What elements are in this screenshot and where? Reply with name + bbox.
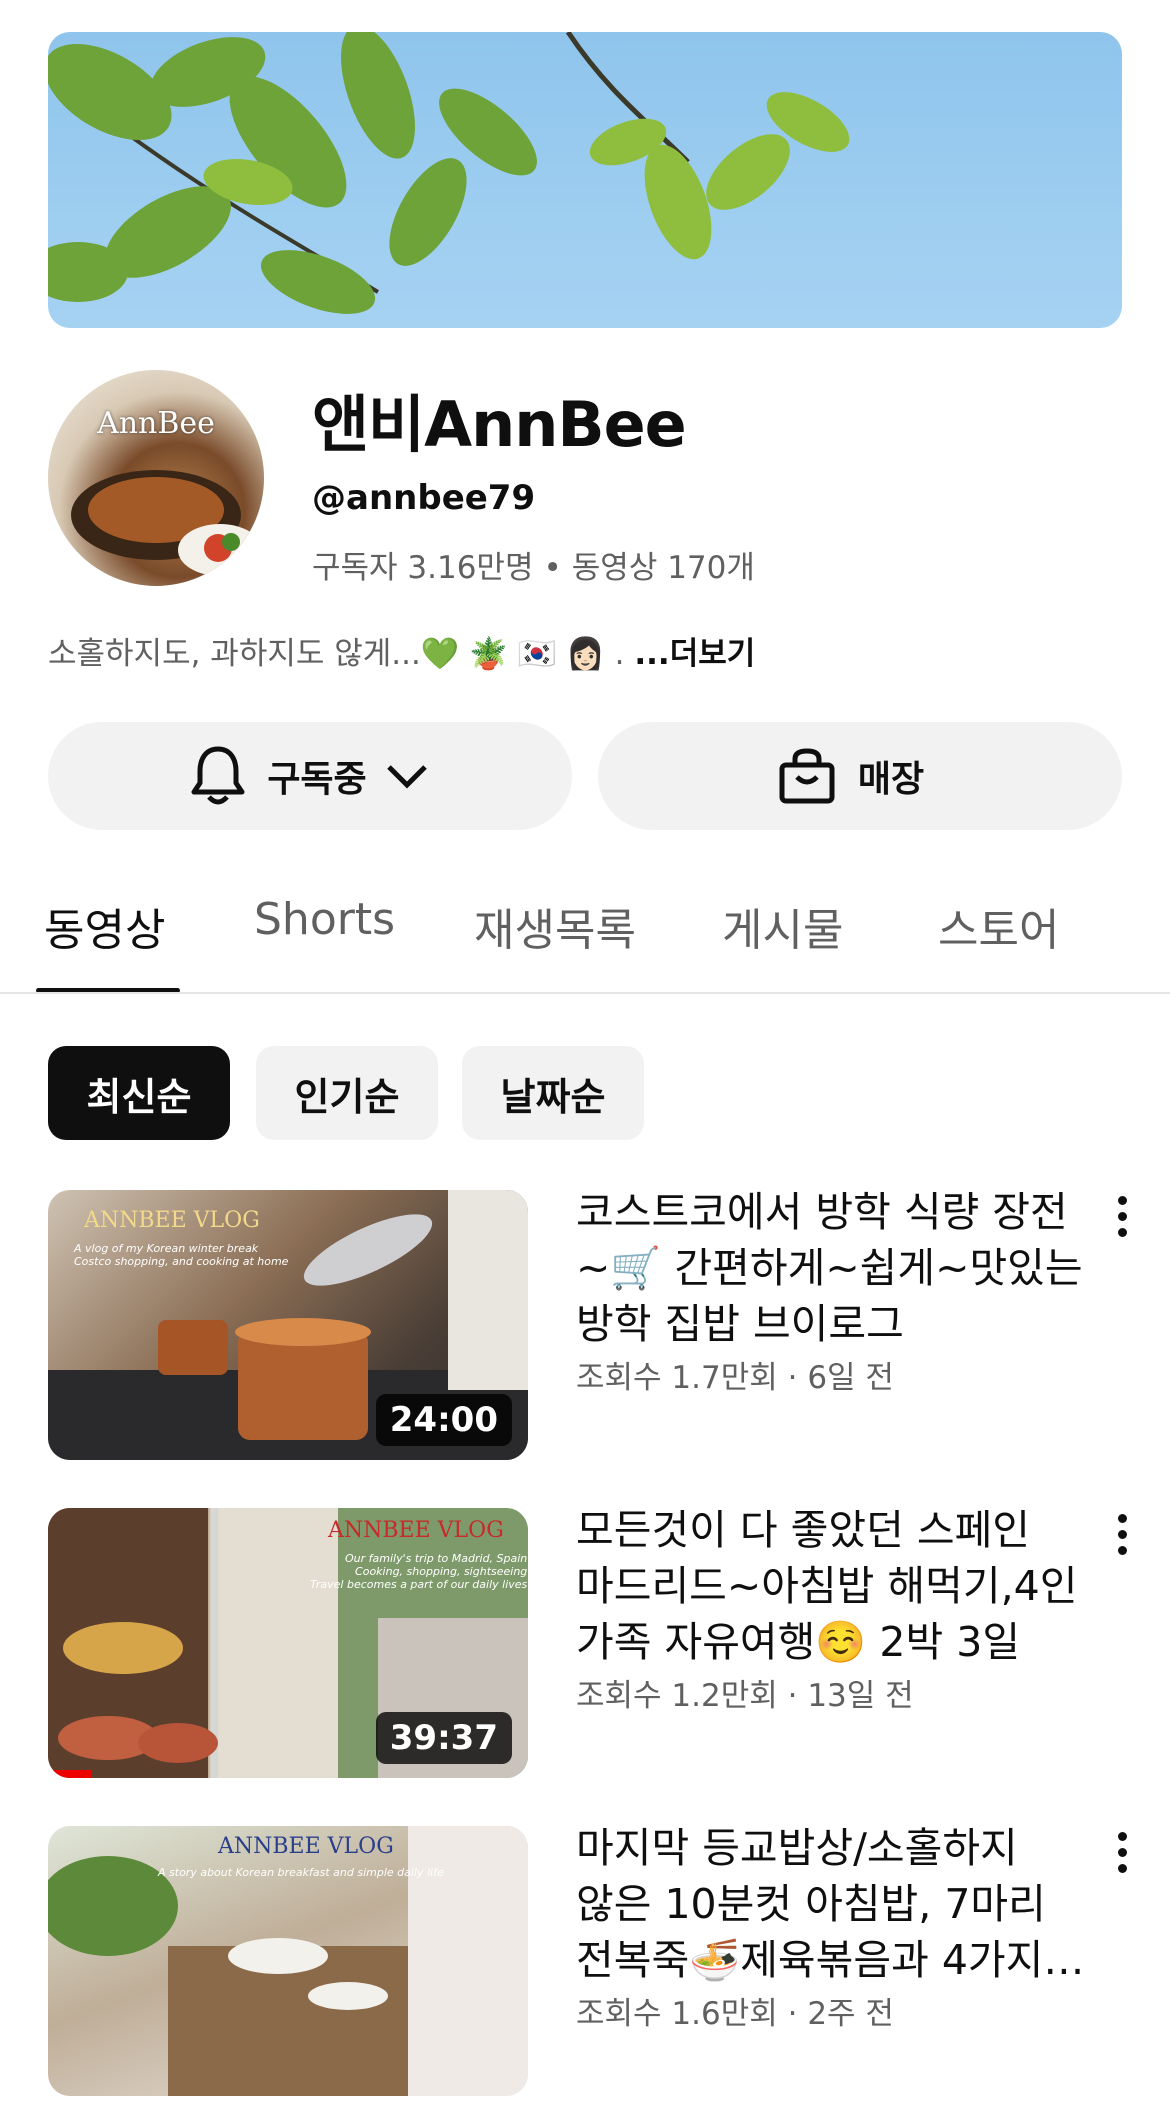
tabs-divider [0,992,1170,994]
video-meta: 조회수 1.6만회 · 2주 전 [576,1996,894,2032]
thumbnail-title: ANNBEE VLOG [328,1518,504,1543]
avatar-brand-text: AnnBee [97,406,215,441]
channel-name: 앤비AnnBee [312,388,687,461]
thumbnail-subtitle: A story about Korean breakfast and simpl… [158,1866,444,1879]
more-vert-icon[interactable] [1110,1196,1134,1244]
video-title[interactable]: 마지막 등교밥상/소홀하지 않은 10분컷 아침밥, 7마리 전복죽🍜제육볶음과… [576,1820,1086,1988]
video-title[interactable]: 모든것이 다 좋았던 스페인 마드리드~아침밥 해먹기,4인 가족 자유여행☺️… [576,1502,1086,1670]
store-label: 매장 [857,759,925,800]
sort-chip-latest[interactable]: 최신순 [48,1046,230,1140]
chevron-down-icon [385,761,429,791]
video-meta: 조회수 1.2만회 · 13일 전 [576,1678,914,1714]
video-duration: 39:37 [375,1712,512,1764]
shopping-bag-icon [778,747,836,805]
video-thumbnail[interactable]: ANNBEE VLOG Our family's trip to Madrid,… [48,1508,528,1778]
subscriber-count: 구독자 3.16만명 [312,550,534,586]
tab-playlists[interactable]: 재생목록 [474,894,636,958]
tab-shorts[interactable]: Shorts [254,894,395,945]
sort-chip-date[interactable]: 날짜순 [462,1046,644,1140]
video-thumbnail[interactable]: ANNBEE VLOG A vlog of my Korean winter b… [48,1190,528,1460]
subscribe-button[interactable]: 구독중 [48,722,572,830]
tab-posts[interactable]: 게시물 [722,894,843,958]
channel-tabs: 동영상 Shorts 재생목록 게시물 스토어 [0,864,1170,994]
more-link[interactable]: ...더보기 [634,636,755,672]
channel-avatar[interactable]: AnnBee [48,370,264,586]
watch-progress-bar [48,1770,92,1778]
video-meta: 조회수 1.7만회 · 6일 전 [576,1360,894,1396]
channel-stats: 구독자 3.16만명 • 동영상 170개 [312,542,755,587]
subscribe-label: 구독중 [267,759,367,800]
video-thumbnail[interactable]: ANNBEE VLOG A story about Korean breakfa… [48,1826,528,2096]
more-vert-icon[interactable] [1110,1832,1134,1880]
video-count: 동영상 170개 [571,550,755,586]
tab-videos[interactable]: 동영상 [44,894,165,958]
thumbnail-subtitle: Our family's trip to Madrid, Spain Cooki… [310,1552,528,1591]
channel-handle: @annbee79 [312,478,536,518]
video-item[interactable]: ANNBEE VLOG A vlog of my Korean winter b… [0,1188,1170,1470]
tab-store[interactable]: 스토어 [938,894,1059,958]
channel-banner [48,32,1122,328]
video-item[interactable]: ANNBEE VLOG Our family's trip to Madrid,… [0,1506,1170,1788]
video-duration: 24:00 [375,1394,512,1446]
thumbnail-title: ANNBEE VLOG [218,1834,394,1859]
sort-chip-popular[interactable]: 인기순 [256,1046,438,1140]
separator-dot: • [543,550,562,586]
store-button[interactable]: 매장 [598,722,1122,830]
bell-icon [191,745,245,807]
banner-leaves-image [48,32,850,314]
channel-description[interactable]: 소홀하지도, 과하지도 않게...💚 🪴 🇰🇷 👩🏻 . ...더보기 [48,628,755,673]
video-title[interactable]: 코스트코에서 방학 식량 장전~🛒 간편하게~쉽게~맛있는 방학 집밥 브이로그 [576,1184,1086,1352]
more-vert-icon[interactable] [1110,1514,1134,1562]
avatar-food-image [71,470,262,576]
thumbnail-title: ANNBEE VLOG [84,1208,260,1233]
description-text: 소홀하지도, 과하지도 않게...💚 🪴 🇰🇷 👩🏻 . [48,636,625,672]
video-item[interactable]: ANNBEE VLOG A story about Korean breakfa… [0,1824,1170,2106]
thumbnail-subtitle: A vlog of my Korean winter break Costco … [74,1242,289,1268]
